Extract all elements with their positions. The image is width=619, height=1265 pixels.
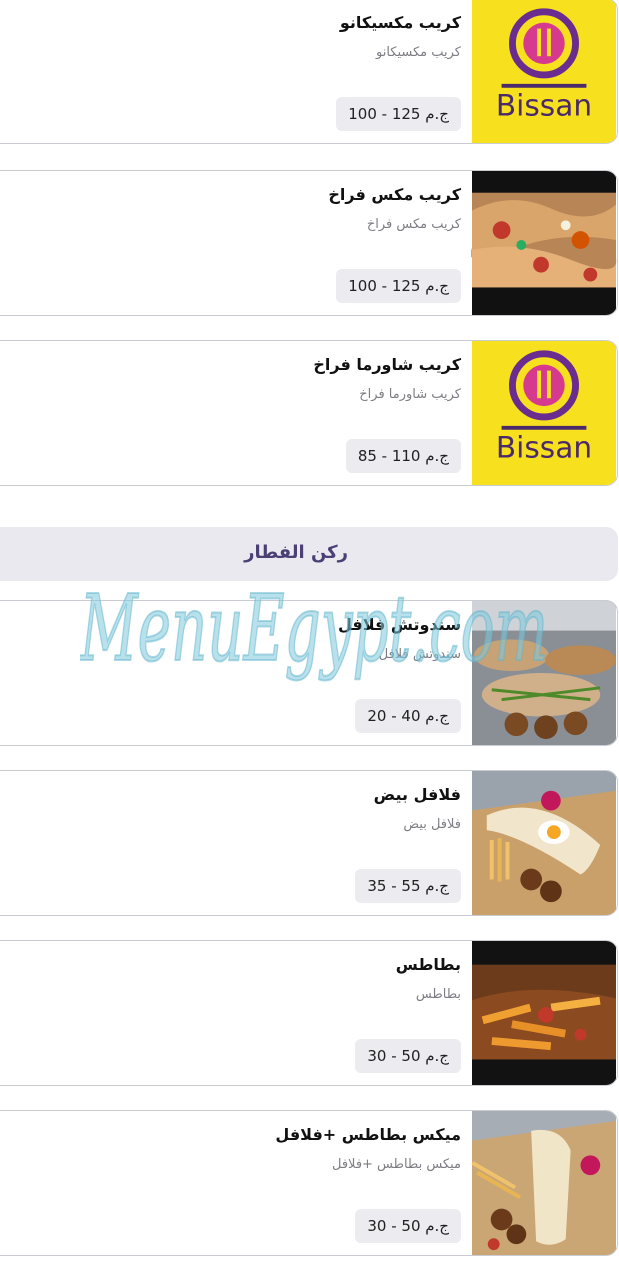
menu-item-card[interactable]: فلافل بيض فلافل بيض 35 - 55 ج.م <box>0 770 618 916</box>
price-badge: 30 - 50 ج.م <box>355 1039 461 1073</box>
item-description: ميكس بطاطس +فلافل <box>332 1157 461 1172</box>
price-badge: 30 - 50 ج.م <box>355 1209 461 1243</box>
item-description: فلافل بيض <box>403 817 461 832</box>
bissan-logo-image: Bissan <box>471 0 617 143</box>
menu-item-card[interactable]: Bissan كريب مكسيكانو كريب مكسيكانو 100 -… <box>0 0 618 144</box>
price-badge: 100 - 125 ج.م <box>336 97 461 131</box>
bissan-logo-image: Bissan <box>471 341 617 485</box>
menu-item-card[interactable]: سندوتش فلافل سندوتش فلافل 20 - 40 ج.م <box>0 600 618 746</box>
item-description: كريب شاورما فراخ <box>359 387 461 402</box>
item-title: كريب مكسيكانو <box>339 13 461 32</box>
crepe-photo-image <box>471 171 617 315</box>
price-badge: 85 - 110 ج.م <box>345 439 461 473</box>
falafel-trays-photo-image <box>471 601 617 745</box>
menu-item-card[interactable]: ميكس بطاطس +فلافل ميكس بطاطس +فلافل 30 -… <box>0 1110 618 1256</box>
fries-photo-image <box>471 941 617 1085</box>
item-description: سندوتش فلافل <box>378 647 461 662</box>
logo-text: Bissan <box>496 430 592 464</box>
logo-text: Bissan <box>496 88 592 122</box>
mix-wrap-photo-image <box>471 1111 617 1255</box>
item-title: بطاطس <box>395 955 461 974</box>
price-badge: 20 - 40 ج.م <box>355 699 461 733</box>
price-badge: 35 - 55 ج.م <box>355 869 461 903</box>
item-title: كريب مكس فراخ <box>328 185 461 204</box>
item-title: كريب شاورما فراخ <box>313 355 461 374</box>
item-description: بطاطس <box>415 987 461 1002</box>
menu-item-card[interactable]: Bissan كريب شاورما فراخ كريب شاورما فراخ… <box>0 340 618 486</box>
item-description: كريب مكس فراخ <box>366 217 461 232</box>
egg-wrap-photo-image <box>471 771 617 915</box>
item-title: ميكس بطاطس +فلافل <box>275 1125 461 1144</box>
section-header[interactable]: ركن الفطار <box>0 527 618 581</box>
item-description: كريب مكسيكانو <box>375 45 461 60</box>
menu-item-card[interactable]: بطاطس بطاطس 30 - 50 ج.م <box>0 940 618 1086</box>
item-title: فلافل بيض <box>373 785 461 804</box>
section-title: ركن الفطار <box>244 542 348 563</box>
item-title: سندوتش فلافل <box>337 615 461 634</box>
menu-item-card[interactable]: كريب مكس فراخ كريب مكس فراخ 100 - 125 ج.… <box>0 170 618 316</box>
price-badge: 100 - 125 ج.م <box>336 269 461 303</box>
